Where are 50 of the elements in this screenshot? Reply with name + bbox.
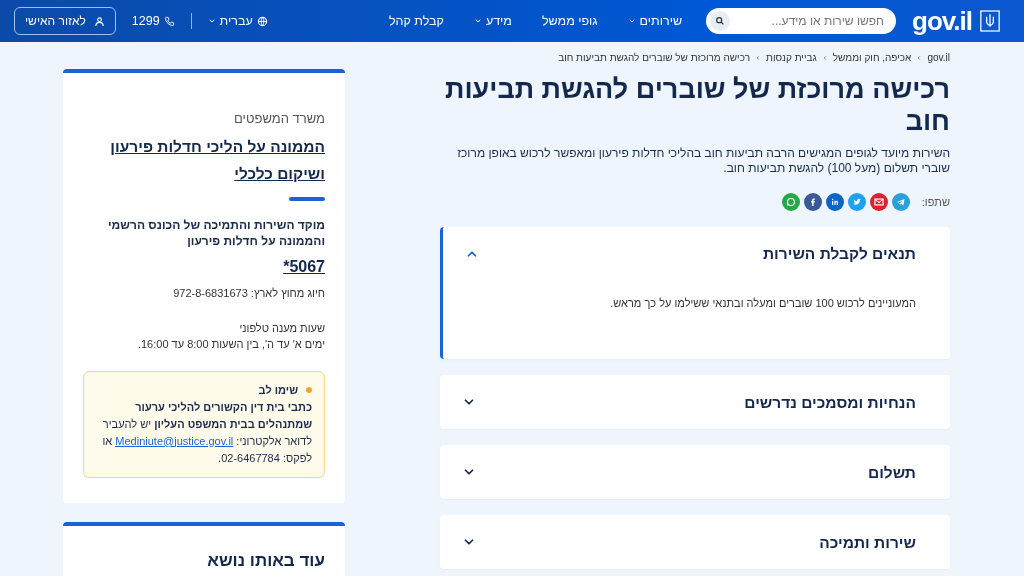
share-button[interactable] xyxy=(803,192,822,211)
nav-link[interactable]: שירותים xyxy=(627,11,683,31)
page-title: רכישה מרוכזת של שוברים להגשת תביעות חוב xyxy=(444,73,950,138)
search-icon[interactable] xyxy=(715,16,726,26)
chevron-icon xyxy=(821,54,828,61)
share-button[interactable] xyxy=(847,192,866,211)
nav-link[interactable]: גופי ממשל xyxy=(541,11,598,31)
nav-link[interactable]: מידע xyxy=(473,11,512,31)
breadcrumb-link[interactable]: רכישה מרוכזת של שוברים להגשת תביעות חוב xyxy=(558,50,750,65)
share-label: שתפו: xyxy=(921,194,950,210)
email-link[interactable]: Mediniute@justice.gov.il xyxy=(115,434,234,447)
language-selector[interactable]: עברית xyxy=(207,11,268,31)
accordion-text: המעוניינים לרכוש 100 שוברים ומעלה ובתנאי ששילמו על כך מראש. xyxy=(609,295,917,311)
site-logo[interactable]: gov.il xyxy=(912,8,972,34)
accent-bar xyxy=(289,196,325,201)
breadcrumb-link[interactable]: אכיפה, חוק וממשל xyxy=(832,50,912,65)
notice-title: שימו לב xyxy=(258,382,298,398)
hours-title: שעות מענה טלפוני xyxy=(238,320,325,336)
unit-link[interactable]: הממונה על הליכי חדלות פירעון ושיקום כלכלי xyxy=(83,132,325,187)
caret-icon xyxy=(207,17,216,25)
phone-link[interactable]: 1299 xyxy=(131,11,175,31)
breadcrumb-link[interactable]: גביית קנסות xyxy=(766,50,817,65)
chevron-icon xyxy=(916,54,923,61)
service-phone-link[interactable]: *5067 xyxy=(283,255,325,280)
share-button[interactable] xyxy=(825,192,844,211)
caret-icon xyxy=(473,17,482,25)
globe-icon xyxy=(256,15,268,27)
service-center-name: מוקד השירות והתמיכה של הכונס הרשמי והממונה על חדלות פירעון xyxy=(106,216,325,250)
user-icon xyxy=(93,15,105,27)
emblem-icon xyxy=(980,10,1000,32)
share-button[interactable] xyxy=(869,192,888,211)
breadcrumb-link[interactable]: gov.il xyxy=(927,50,950,65)
accordion-header[interactable]: הנחיות ומסמכים נדרשים xyxy=(440,375,950,430)
ministry-name: משרד המשפטים xyxy=(233,110,325,128)
nav-link[interactable]: קבלת קהל xyxy=(388,11,444,31)
hours-text: ימים א' עד ה', בין השעות 8:00 עד 16:00. xyxy=(136,337,325,353)
page-description: השירות מיועד לגופים המגישים הרבה תביעות חוב בהליכי חדלות פירעון ומאפשר לרכוש באופן מרוכז שוברי תשלום (מעל 100) להגשת תביעות חוב. xyxy=(456,145,950,177)
personal-area-button[interactable]: לאזור האישי xyxy=(14,7,116,35)
accordion-header[interactable]: תנאים לקבלת השירות xyxy=(443,226,950,281)
search-field[interactable]: חפשו שירות או מידע... xyxy=(706,8,897,34)
abroad-phone: חיוג מחוץ לארץ: 972-8-6831673 xyxy=(172,286,325,302)
share-button[interactable] xyxy=(781,192,800,211)
accordion-header[interactable]: שירות ותמיכה xyxy=(440,515,950,570)
accordion-header[interactable]: תשלום xyxy=(440,445,950,500)
related-title: עוד באותו נושא xyxy=(206,550,325,572)
phone-icon xyxy=(163,15,175,27)
chevron-icon xyxy=(755,54,761,61)
share-button[interactable] xyxy=(891,192,910,211)
caret-icon xyxy=(627,17,636,25)
bullet-icon xyxy=(306,387,312,394)
